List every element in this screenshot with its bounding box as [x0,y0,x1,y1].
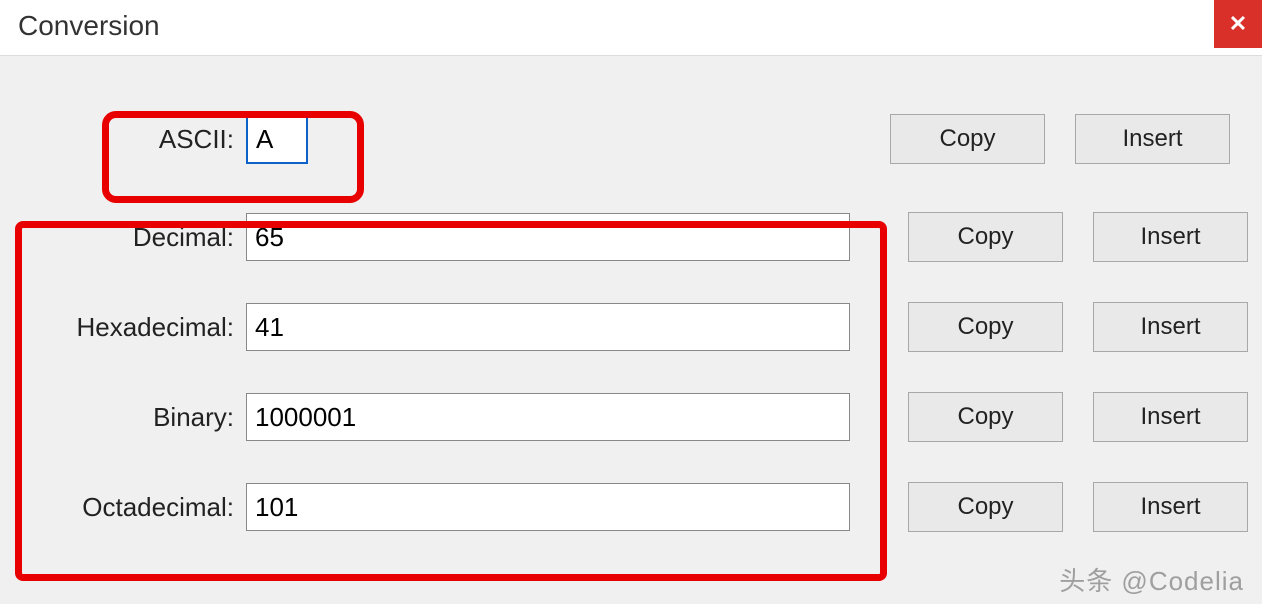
hex-label: Hexadecimal: [14,312,246,343]
close-icon: ✕ [1229,11,1247,37]
row-binary: Binary: Copy Insert [14,392,1248,442]
copy-button-octal[interactable]: Copy [908,482,1063,532]
binary-buttons: Copy Insert [908,392,1248,442]
insert-button-octal[interactable]: Insert [1093,482,1248,532]
hex-input[interactable] [246,303,850,351]
copy-button-ascii[interactable]: Copy [890,114,1045,164]
octal-buttons: Copy Insert [908,482,1248,532]
octal-input[interactable] [246,483,850,531]
close-button[interactable]: ✕ [1214,0,1262,48]
content-area: ASCII: Copy Insert Decimal: Copy Insert … [0,56,1262,582]
binary-input[interactable] [246,393,850,441]
insert-button-ascii[interactable]: Insert [1075,114,1230,164]
insert-button-hex[interactable]: Insert [1093,302,1248,352]
row-decimal: Decimal: Copy Insert [14,212,1248,262]
copy-button-hex[interactable]: Copy [908,302,1063,352]
insert-button-decimal[interactable]: Insert [1093,212,1248,262]
hex-buttons: Copy Insert [908,302,1248,352]
titlebar: Conversion ✕ [0,0,1262,56]
page-title: Conversion [0,0,178,52]
decimal-label: Decimal: [14,222,246,253]
ascii-label: ASCII: [14,124,246,155]
row-hex: Hexadecimal: Copy Insert [14,302,1248,352]
copy-button-decimal[interactable]: Copy [908,212,1063,262]
octal-label: Octadecimal: [14,492,246,523]
binary-label: Binary: [14,402,246,433]
decimal-input[interactable] [246,213,850,261]
decimal-buttons: Copy Insert [908,212,1248,262]
copy-button-binary[interactable]: Copy [908,392,1063,442]
insert-button-binary[interactable]: Insert [1093,392,1248,442]
ascii-input[interactable] [246,114,308,164]
ascii-buttons: Copy Insert [890,114,1230,164]
row-octal: Octadecimal: Copy Insert [14,482,1248,532]
row-ascii: ASCII: Copy Insert [14,114,1248,164]
